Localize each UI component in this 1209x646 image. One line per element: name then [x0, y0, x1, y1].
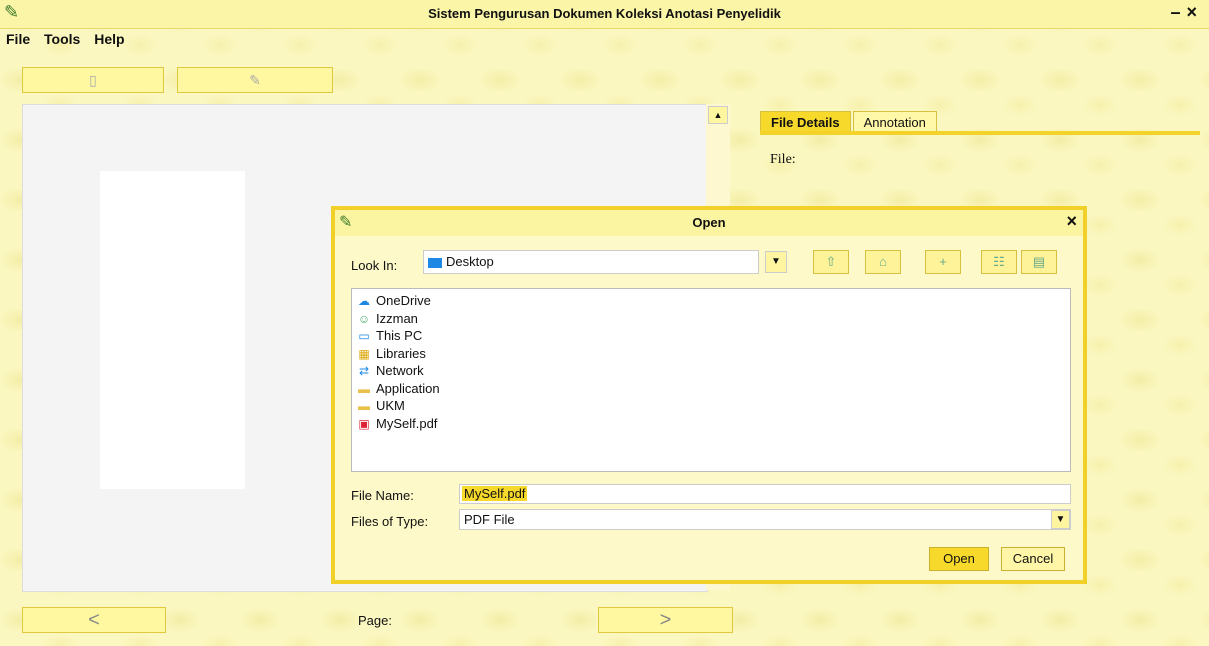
libraries-icon: ▦ [358, 346, 370, 361]
dialog-close-icon[interactable]: × [1066, 211, 1077, 232]
list-item[interactable]: ▭ This PC [356, 327, 1066, 345]
dialog-title-bar: ✎ Open × [335, 210, 1083, 236]
tab-underline [760, 131, 1200, 135]
new-folder-button[interactable]: + [925, 250, 961, 274]
up-folder-button[interactable]: ⇧ [813, 250, 849, 274]
document-icon: ▯ [89, 72, 97, 88]
app-title: Sistem Pengurusan Dokumen Koleksi Anotas… [428, 6, 781, 21]
chevron-left-icon: < [88, 609, 100, 631]
user-icon: ☺ [357, 311, 371, 326]
menu-file[interactable]: File [6, 31, 30, 47]
window-controls: –× [1170, 2, 1203, 23]
dialog-title: Open [692, 215, 726, 230]
open-file-dialog: ✎ Open × Look In: Desktop ▼ ⇧ ⌂ + ☷ ▤ ☁ O… [331, 206, 1087, 584]
look-in-dropdown-icon[interactable]: ▼ [765, 251, 787, 273]
file-detail-label: File: [770, 152, 796, 167]
list-item[interactable]: ☺ Izzman [356, 310, 1066, 328]
folder-icon: ▬ [358, 399, 370, 413]
list-item[interactable]: ▬ Application [356, 380, 1066, 398]
folder-icon: ▬ [358, 381, 370, 396]
look-in-combo[interactable]: Desktop [423, 250, 759, 274]
list-item[interactable]: ⇄ Network [356, 362, 1066, 380]
list-item[interactable]: ▦ Libraries [356, 345, 1066, 363]
computer-icon: ▭ [358, 329, 370, 343]
list-item[interactable]: ☁ OneDrive [356, 292, 1066, 310]
look-in-value: Desktop [446, 254, 494, 269]
cloud-icon: ☁ [358, 294, 370, 308]
look-in-label: Look In: [351, 258, 398, 273]
close-icon[interactable]: × [1186, 2, 1203, 22]
home-icon: ⌂ [879, 254, 887, 269]
list-item[interactable]: ▣ MySelf.pdf [356, 415, 1066, 433]
minimize-icon[interactable]: – [1170, 2, 1186, 22]
network-icon: ⇄ [358, 364, 370, 378]
files-of-type-value: PDF File [464, 512, 515, 527]
list-view-icon: ☷ [993, 254, 1005, 269]
list-item[interactable]: ▬ UKM [356, 397, 1066, 415]
previous-page-button[interactable]: < [22, 607, 166, 633]
title-bar: ✎ Sistem Pengurusan Dokumen Koleksi Anot… [0, 0, 1209, 29]
scroll-up-icon[interactable]: ▲ [708, 106, 728, 124]
list-view-button[interactable]: ☷ [981, 250, 1017, 274]
home-button[interactable]: ⌂ [865, 250, 901, 274]
file-name-label: File Name: [351, 488, 414, 503]
up-folder-icon: ⇧ [825, 254, 837, 269]
chevron-right-icon: > [659, 609, 672, 631]
desktop-icon [428, 257, 442, 268]
details-view-icon: ▤ [1032, 254, 1046, 269]
menu-bar: File Tools Help [6, 31, 135, 47]
next-page-button[interactable]: > [598, 607, 733, 633]
new-folder-icon: + [939, 254, 947, 269]
pdf-icon: ▣ [358, 416, 370, 431]
menu-tools[interactable]: Tools [44, 31, 80, 47]
file-list[interactable]: ☁ OneDrive ☺ Izzman ▭ This PC ▦ Libraries ⇄ N… [351, 288, 1071, 472]
details-view-button[interactable]: ▤ [1021, 250, 1057, 274]
toolbar-edit-button[interactable]: ✎ [177, 67, 333, 93]
document-page [100, 171, 245, 489]
cancel-button[interactable]: Cancel [1001, 547, 1065, 571]
file-name-field[interactable]: MySelf.pdf [459, 484, 1071, 504]
files-of-type-label: Files of Type: [351, 514, 429, 529]
open-button[interactable]: Open [929, 547, 989, 571]
toolbar-save-button[interactable]: ▯ [22, 67, 164, 93]
menu-help[interactable]: Help [94, 31, 124, 47]
file-name-value: MySelf.pdf [462, 486, 528, 501]
files-of-type-select[interactable]: PDF File [459, 509, 1071, 530]
page-label: Page: [358, 613, 392, 628]
pencil-icon: ✎ [249, 72, 261, 88]
files-of-type-dropdown-icon[interactable]: ▼ [1051, 510, 1070, 529]
